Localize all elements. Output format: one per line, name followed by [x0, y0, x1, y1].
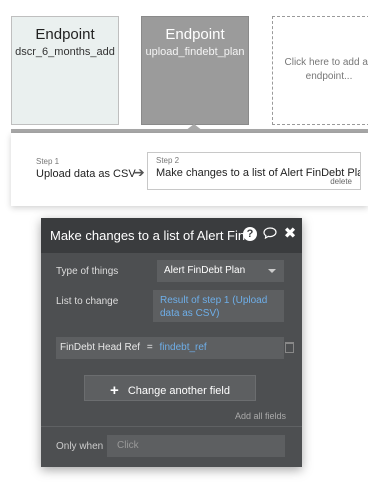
workflow-steps-bar: Step 1 Upload data as CSV ➔ Step 2 Make … — [11, 133, 368, 206]
dialog-header: Make changes to a list of Alert Fin ? ✖ — [41, 218, 302, 253]
field-change-value[interactable]: findebt_ref — [159, 342, 206, 353]
field-change-equals: = — [146, 342, 153, 353]
endpoint-card-dscr[interactable]: Endpoint dscr_6_months_add — [11, 16, 119, 125]
step-number: Step 2 — [156, 156, 180, 165]
step-1[interactable]: Step 1 Upload data as CSV — [36, 157, 136, 180]
field-change-key: FinDebt Head Ref — [60, 342, 141, 353]
list-to-change-value-1: Result of step 1 (Upload — [160, 295, 268, 306]
change-another-field-button[interactable]: + Change another field — [84, 375, 256, 401]
delete-step-link[interactable]: delete — [330, 177, 352, 186]
action-property-editor: Make changes to a list of Alert Fin ? ✖ … — [41, 218, 302, 467]
help-icon[interactable]: ? — [243, 227, 257, 241]
comment-icon[interactable] — [263, 227, 277, 241]
change-another-field-label: Change another field — [127, 385, 230, 397]
close-icon[interactable]: ✖ — [283, 226, 297, 241]
type-of-things-value: Alert FinDebt Plan — [164, 265, 246, 276]
step-2[interactable]: Step 2 Make changes to a list of Alert F… — [147, 152, 361, 190]
endpoint-card-upload[interactable]: Endpoint upload_findebt_plan — [141, 16, 249, 125]
type-of-things-label: Type of things — [56, 266, 119, 277]
plus-icon: + — [110, 382, 119, 399]
only-when-input[interactable]: Click — [107, 435, 285, 457]
workflow-notch — [185, 124, 203, 131]
endpoint-name: dscr_6_months_add — [15, 46, 115, 58]
chevron-down-icon — [268, 269, 276, 273]
endpoint-name: upload_findebt_plan — [145, 46, 245, 58]
add-endpoint-text-1: Click here to add an — [284, 57, 368, 68]
list-to-change-label: List to change — [56, 296, 119, 307]
list-to-change-field[interactable]: Result of step 1 (Upload data as CSV) — [153, 290, 284, 322]
trash-icon[interactable] — [285, 342, 294, 353]
step-label: Upload data as CSV — [36, 168, 136, 180]
field-change-row[interactable]: FinDebt Head Ref = findebt_ref — [56, 337, 284, 359]
dialog-title: Make changes to a list of Alert Fin — [50, 228, 246, 243]
add-endpoint-button[interactable]: Click here to add an endpoint... — [272, 16, 368, 125]
dialog-divider — [41, 426, 302, 427]
add-endpoint-text-2: endpoint... — [305, 71, 353, 82]
list-to-change-value-2: data as CSV) — [160, 308, 220, 319]
type-of-things-select[interactable]: Alert FinDebt Plan — [157, 260, 284, 282]
endpoint-title: Endpoint — [35, 26, 95, 43]
step-number: Step 1 — [36, 157, 60, 166]
endpoint-title: Endpoint — [165, 26, 225, 43]
arrow-right-icon: ➔ — [133, 164, 145, 180]
dialog-header-icons: ? ✖ — [243, 226, 297, 241]
only-when-label: Only when — [56, 441, 104, 452]
add-all-fields-link[interactable]: Add all fields — [235, 411, 286, 421]
